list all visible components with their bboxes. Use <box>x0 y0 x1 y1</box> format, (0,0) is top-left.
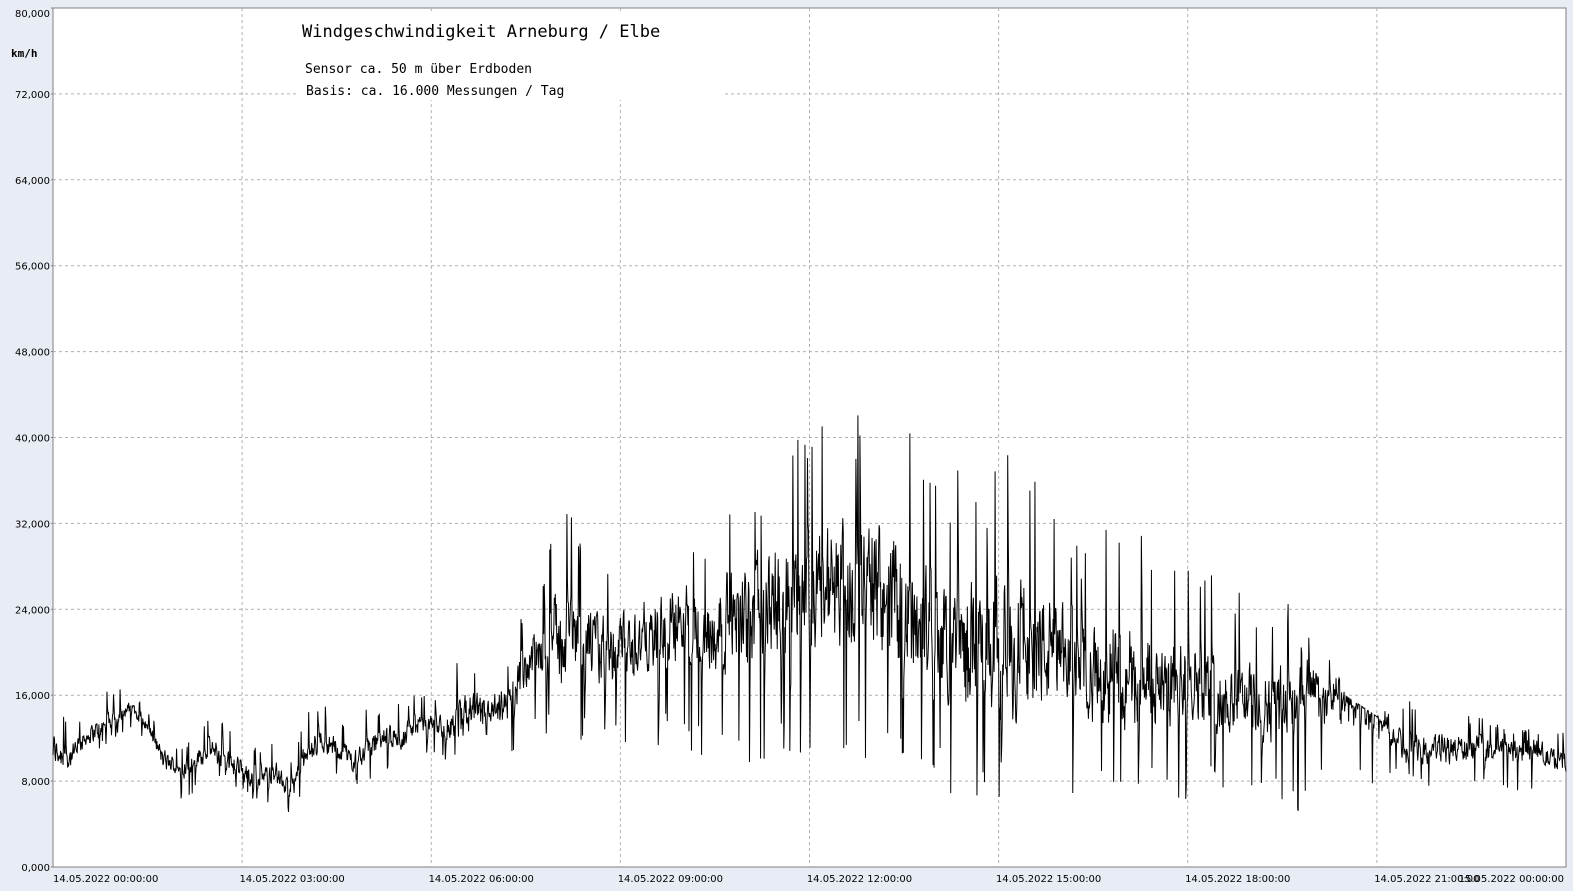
y-axis-label: km/h <box>11 47 38 60</box>
x-tick-label: 14.05.2022 09:00:00 <box>618 874 723 885</box>
chart-subtitle-1: Sensor ca. 50 m über Erdboden <box>305 62 532 77</box>
y-tick-label: 16,000 <box>15 691 50 702</box>
y-tick-label: 64,000 <box>15 176 50 187</box>
chart-title: Windgeschwindigkeit Arneburg / Elbe <box>302 22 660 42</box>
y-tick-label: 8,000 <box>21 777 50 788</box>
x-tick-label: 14.05.2022 18:00:00 <box>1185 874 1290 885</box>
y-tick-label: 24,000 <box>15 605 50 616</box>
x-tick-label: 14.05.2022 12:00:00 <box>807 874 912 885</box>
x-tick-label: 14.05.2022 15:00:00 <box>996 874 1101 885</box>
chart-subtitle-2: Basis: ca. 16.000 Messungen / Tag <box>306 84 564 99</box>
y-tick-label: 32,000 <box>15 519 50 530</box>
y-tick-label: 80,000 <box>15 9 50 20</box>
y-axis-ticks: 0,000 8,000 16,000 24,000 32,000 40,000 48,000… <box>15 7 53 874</box>
x-tick-label: 14.05.2022 03:00:00 <box>239 874 344 885</box>
x-tick-label: 15.05.2022 00:00:00 <box>1459 874 1564 885</box>
y-tick-label: 40,000 <box>15 434 50 445</box>
y-tick-label: 48,000 <box>15 348 50 359</box>
wind-speed-chart: 0,000 8,000 16,000 24,000 32,000 40,000 48,000… <box>11 7 1567 885</box>
y-tick-label: 56,000 <box>15 262 50 273</box>
x-axis-ticks: 14.05.2022 00:00:00 14.05.2022 03:00:00 14… <box>53 874 1564 885</box>
x-tick-label: 14.05.2022 06:00:00 <box>429 874 534 885</box>
y-tick-label: 0,000 <box>21 863 50 874</box>
y-tick-label: 72,000 <box>15 90 50 101</box>
x-tick-label: 14.05.2022 00:00:00 <box>53 874 158 885</box>
